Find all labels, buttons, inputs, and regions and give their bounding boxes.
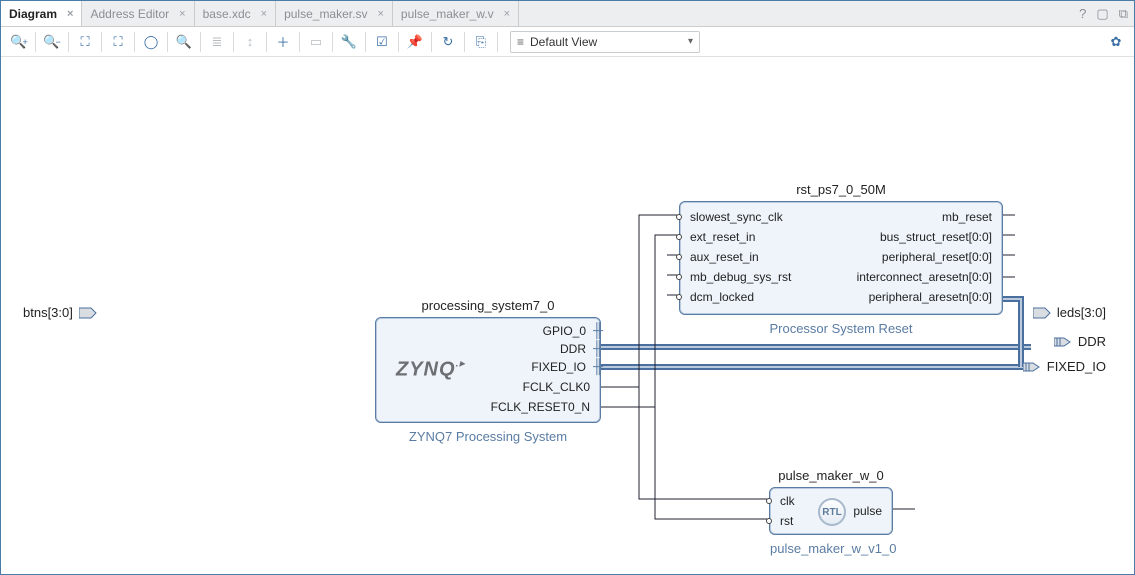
script-icon[interactable]: ⎘: [469, 30, 493, 54]
port-ext-reset-in[interactable]: ext_reset_in: [690, 230, 755, 244]
minimize-icon[interactable]: ▢: [1096, 6, 1108, 22]
zynq-logo: ZYNQ.▸: [396, 359, 465, 382]
port-ddr[interactable]: DDR: [560, 342, 586, 356]
port-bus-icon: [1054, 335, 1072, 349]
external-port-leds[interactable]: leds[3:0]: [1033, 305, 1106, 320]
close-icon[interactable]: ×: [67, 8, 73, 20]
port-dot: [676, 234, 682, 240]
rtl-badge: RTL: [818, 498, 846, 526]
port-dcm-locked[interactable]: dcm_locked: [690, 290, 754, 304]
pin-icon[interactable]: 📌: [403, 30, 427, 54]
tab-label: base.xdc: [203, 7, 251, 21]
zoom-out-icon[interactable]: 🔍−: [40, 30, 64, 54]
block-title: pulse_maker_w_0: [770, 468, 892, 483]
chevron-down-icon: ▾: [688, 36, 693, 47]
port-clk[interactable]: clk: [780, 494, 795, 508]
port-pulse[interactable]: pulse: [853, 504, 882, 518]
group-icon[interactable]: ▭: [304, 30, 328, 54]
help-icon[interactable]: ?: [1079, 6, 1086, 21]
tab-label: Diagram: [9, 7, 57, 21]
settings-icon[interactable]: ✿: [1104, 30, 1128, 54]
zoom-in-icon[interactable]: 🔍+: [7, 30, 31, 54]
port-dot: [676, 254, 682, 260]
port-peripheral-aresetn[interactable]: peripheral_aresetn[0:0]: [869, 290, 992, 304]
tab-diagram[interactable]: Diagram ×: [1, 1, 82, 26]
port-dot: [766, 518, 772, 524]
zoom-fit-icon[interactable]: ⛶: [73, 30, 97, 54]
view-select[interactable]: ≡ Default View ▾: [510, 31, 700, 53]
bus-icon: ╫: [593, 322, 603, 338]
port-bus-icon: [1023, 360, 1041, 374]
wires-layer: [1, 57, 1134, 574]
port-dot: [676, 294, 682, 300]
external-port-btns[interactable]: btns[3:0]: [23, 305, 97, 320]
external-port-fixedio[interactable]: FIXED_IO: [1023, 359, 1106, 374]
port-mb-reset[interactable]: mb_reset: [942, 210, 992, 224]
port-mb-debug-sys-rst[interactable]: mb_debug_sys_rst: [690, 270, 791, 284]
port-fclk-reset0n[interactable]: FCLK_RESET0_N: [491, 400, 590, 414]
port-bus-struct-reset[interactable]: bus_struct_reset[0:0]: [880, 230, 992, 244]
tab-label: pulse_maker.sv: [284, 7, 367, 21]
close-icon[interactable]: ×: [261, 8, 267, 20]
close-icon[interactable]: ×: [504, 8, 510, 20]
regenerate-icon[interactable]: ↻: [436, 30, 460, 54]
port-fixedio[interactable]: FIXED_IO: [531, 360, 586, 374]
close-icon[interactable]: ×: [179, 8, 185, 20]
block-subtitle: ZYNQ7 Processing System: [376, 429, 600, 444]
port-fclk-clk0[interactable]: FCLK_CLK0: [523, 380, 590, 394]
external-port-ddr[interactable]: DDR: [1054, 334, 1106, 349]
zoom-area-icon[interactable]: ⛶: [106, 30, 130, 54]
tab-bar: Diagram × Address Editor × base.xdc × pu…: [1, 1, 1134, 27]
menu-icon: ≡: [517, 35, 524, 49]
wrench-icon[interactable]: 🔧: [337, 30, 361, 54]
port-arrow-icon: [1033, 306, 1051, 320]
port-interconnect-aresetn[interactable]: interconnect_aresetn[0:0]: [857, 270, 992, 284]
block-title: rst_ps7_0_50M: [680, 182, 1002, 197]
tab-pulse-maker-w-v[interactable]: pulse_maker_w.v ×: [393, 1, 519, 26]
bus-icon: ╫: [593, 340, 603, 356]
tab-address-editor[interactable]: Address Editor ×: [82, 1, 194, 26]
tab-label: pulse_maker_w.v: [401, 7, 494, 21]
port-rst[interactable]: rst: [780, 514, 793, 528]
add-icon[interactable]: ＋: [271, 30, 295, 54]
port-dot: [676, 274, 682, 280]
port-arrow-icon: [79, 306, 97, 320]
block-subtitle: pulse_maker_w_v1_0: [770, 541, 892, 556]
block-processing-system7[interactable]: processing_system7_0 ZYNQ7 Processing Sy…: [375, 317, 601, 423]
view-select-label: Default View: [530, 35, 597, 49]
block-pulse-maker-w[interactable]: pulse_maker_w_0 pulse_maker_w_v1_0 RTL c…: [769, 487, 893, 535]
port-label: FIXED_IO: [1047, 359, 1106, 374]
tabbar-actions: ? ▢ ⧉: [1069, 6, 1134, 22]
port-aux-reset-in[interactable]: aux_reset_in: [690, 250, 759, 264]
tab-base-xdc[interactable]: base.xdc ×: [195, 1, 276, 26]
port-dot: [766, 498, 772, 504]
block-processor-system-reset[interactable]: rst_ps7_0_50M Processor System Reset slo…: [679, 201, 1003, 315]
bus-icon: ╫: [593, 358, 603, 374]
tab-pulse-maker-sv[interactable]: pulse_maker.sv ×: [276, 1, 393, 26]
port-gpio0[interactable]: GPIO_0: [543, 324, 586, 338]
diagram-canvas[interactable]: btns[3:0] leds[3:0] DDR FIXED_IO process…: [1, 57, 1134, 574]
port-label: DDR: [1078, 334, 1106, 349]
block-title: processing_system7_0: [376, 298, 600, 313]
port-slowest-sync-clk[interactable]: slowest_sync_clk: [690, 210, 783, 224]
port-label: leds[3:0]: [1057, 305, 1106, 320]
port-label: btns[3:0]: [23, 305, 73, 320]
search-icon[interactable]: 🔍: [172, 30, 196, 54]
port-dot: [676, 214, 682, 220]
auto-fit-icon[interactable]: ◯: [139, 30, 163, 54]
align-v-icon[interactable]: ↕: [238, 30, 262, 54]
port-peripheral-reset[interactable]: peripheral_reset[0:0]: [882, 250, 992, 264]
toolbar: 🔍+ 🔍− ⛶ ⛶ ◯ 🔍 ≣ ↕ ＋ ▭ 🔧 ☑ 📌 ↻ ⎘ ≡ Defaul…: [1, 27, 1134, 57]
tab-label: Address Editor: [90, 7, 169, 21]
block-subtitle: Processor System Reset: [680, 321, 1002, 336]
maximize-icon[interactable]: ⧉: [1119, 6, 1128, 22]
align-h-icon[interactable]: ≣: [205, 30, 229, 54]
close-icon[interactable]: ×: [377, 8, 383, 20]
validate-icon[interactable]: ☑: [370, 30, 394, 54]
